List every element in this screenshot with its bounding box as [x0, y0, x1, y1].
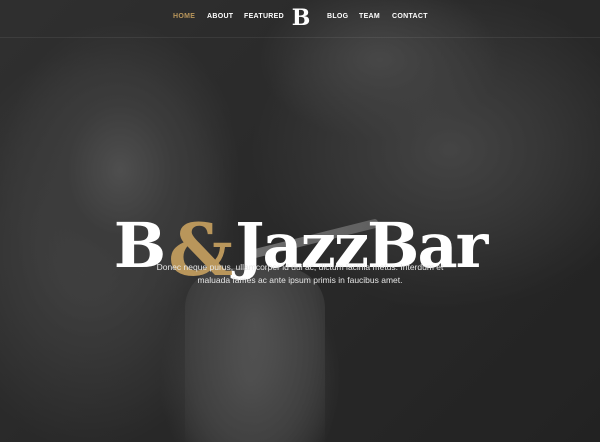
top-navbar: HOME ABOUT FEATURED B BLOG TEAM CONTACT: [0, 0, 600, 38]
nav-item-featured[interactable]: FEATURED: [244, 13, 284, 20]
brand-logo[interactable]: B: [291, 5, 311, 31]
hero-description: Donec neque purus, ullamcorper id dui ac…: [156, 261, 444, 285]
nav-item-home[interactable]: HOME: [173, 13, 195, 20]
nav-item-blog[interactable]: BLOG: [327, 13, 348, 20]
nav-item-team[interactable]: TEAM: [359, 13, 380, 20]
nav-item-about[interactable]: ABOUT: [207, 13, 233, 20]
landing-page: HOME ABOUT FEATURED B BLOG TEAM CONTACT …: [0, 0, 600, 442]
nav-item-contact[interactable]: CONTACT: [392, 13, 428, 20]
